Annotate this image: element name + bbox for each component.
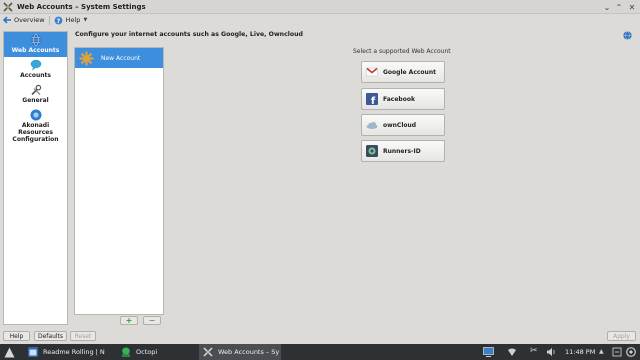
tools-icon <box>30 84 41 96</box>
sidebar-item-accounts[interactable]: Accounts <box>4 57 67 82</box>
globe-icon <box>623 31 632 40</box>
task-readme[interactable]: Readme Rolling | N <box>28 344 105 360</box>
sidebar-item-akonadi[interactable]: Akonadi Resources Configuration <box>4 107 67 146</box>
gmail-icon <box>366 67 378 77</box>
owncloud-label: ownCloud <box>383 121 417 129</box>
sidebar-item-label: Web Accounts <box>11 47 60 54</box>
network-icon[interactable] <box>507 347 517 357</box>
screen-icon[interactable] <box>483 347 494 357</box>
new-account-star-icon <box>79 51 94 65</box>
runners-id-icon <box>366 145 378 157</box>
window-titlebar: Web Accounts – System Settings ⌄ ⌃ ✕ <box>0 0 640 14</box>
arrow-left-icon <box>3 16 11 24</box>
svg-text:?: ? <box>56 17 60 24</box>
desktop-toolbox-icon[interactable] <box>626 347 636 357</box>
browser-icon <box>28 347 38 357</box>
window-title: Web Accounts – System Settings <box>17 2 146 11</box>
app-menu-icon <box>4 347 15 357</box>
overview-button[interactable]: Overview <box>3 16 45 24</box>
task-label: Web Accounts – Sy <box>218 348 280 356</box>
runners-id-label: Runners-ID <box>383 147 421 155</box>
task-octopi[interactable]: Octopi <box>121 344 157 360</box>
remove-account-button[interactable]: − <box>143 316 161 325</box>
help-button[interactable]: Help <box>3 331 30 341</box>
google-account-label: Google Account <box>383 68 436 76</box>
maximize-icon[interactable]: ⌃ <box>614 2 624 12</box>
tray-expand-icon[interactable]: ▲ <box>599 348 604 355</box>
sidebar-item-web-accounts[interactable]: Web Accounts <box>4 32 67 57</box>
sidebar-item-label: General <box>22 97 49 104</box>
list-item-new-account[interactable]: New Account <box>75 48 163 68</box>
list-item-label: New Account <box>101 54 141 62</box>
help-menu-button[interactable]: ? Help ▼ <box>54 16 88 25</box>
page-description: Configure your internet accounts such as… <box>75 31 303 38</box>
speech-bubble-icon <box>30 59 41 71</box>
add-account-button[interactable]: + <box>120 316 138 325</box>
notifications-icon[interactable] <box>612 347 622 357</box>
runners-id-button[interactable]: Runners-ID <box>361 140 445 162</box>
tools-tray-icon[interactable]: ✂ <box>530 346 538 356</box>
owncloud-button[interactable]: ownCloud <box>361 114 445 136</box>
help-label: Help <box>65 16 81 24</box>
google-account-button[interactable]: Google Account <box>361 61 445 83</box>
dropdown-arrow-icon: ▼ <box>83 17 88 23</box>
octopi-icon <box>122 347 130 357</box>
globe-icon <box>30 34 41 46</box>
volume-icon[interactable] <box>546 347 556 357</box>
toolbar-separator <box>48 15 50 25</box>
close-icon[interactable]: ✕ <box>627 2 637 12</box>
apply-button[interactable]: Apply <box>607 331 636 341</box>
system-settings-icon <box>203 347 213 357</box>
facebook-icon: f <box>366 93 378 105</box>
task-label: Readme Rolling | N <box>43 348 105 356</box>
taskbar: Readme Rolling | N Octopi Web Accounts –… <box>0 344 640 360</box>
svg-text:f: f <box>371 96 376 105</box>
task-web-accounts[interactable]: Web Accounts – Sy <box>199 344 281 360</box>
facebook-label: Facebook <box>383 95 415 103</box>
sidebar-item-label: Accounts <box>20 72 51 79</box>
sidebar: Web Accounts Accounts General Akonadi Re… <box>3 31 68 325</box>
minimize-icon[interactable]: ⌄ <box>602 2 612 12</box>
clock[interactable]: 11:48 PM <box>565 348 595 356</box>
system-settings-icon <box>3 1 13 12</box>
akonadi-icon <box>30 109 41 121</box>
accounts-list[interactable]: New Account <box>74 47 164 315</box>
help-icon: ? <box>54 16 62 24</box>
overview-label: Overview <box>14 16 45 24</box>
owncloud-icon <box>366 122 378 129</box>
task-label: Octopi <box>136 348 158 356</box>
reset-button[interactable]: Reset <box>70 331 96 341</box>
services-title: Select a supported Web Account <box>353 48 451 55</box>
facebook-button[interactable]: f Facebook <box>361 88 445 110</box>
sidebar-item-general[interactable]: General <box>4 82 67 107</box>
app-menu-button[interactable] <box>4 344 15 360</box>
defaults-button[interactable]: Defaults <box>34 331 67 341</box>
main-toolbar: Overview ? Help ▼ <box>0 14 640 26</box>
sidebar-item-label: Akonadi Resources Configuration <box>12 122 59 143</box>
